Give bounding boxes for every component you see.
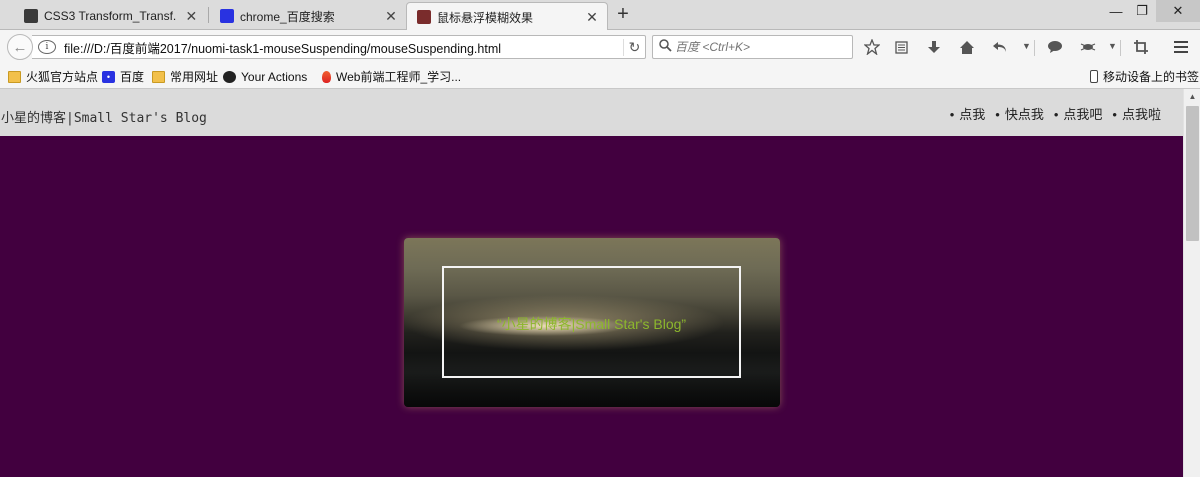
- vertical-scrollbar[interactable]: ▲: [1183, 89, 1200, 477]
- mobile-device-icon: [1090, 70, 1098, 83]
- close-window-button[interactable]: ✕: [1156, 0, 1200, 22]
- github-icon: [223, 70, 236, 83]
- reading-list-icon[interactable]: [891, 38, 911, 56]
- restore-button[interactable]: ❐: [1124, 0, 1160, 22]
- tab-strip: CSS3 Transform_Transf... ✕ chrome_百度搜索 ✕…: [0, 0, 1200, 31]
- nav-item-click-me-la[interactable]: 点我啦: [1112, 104, 1161, 123]
- download-icon[interactable]: [924, 38, 944, 56]
- folder-icon: [8, 70, 21, 83]
- menu-icon[interactable]: [1171, 38, 1191, 56]
- bookmark-label: Web前端工程师_学习...: [336, 70, 462, 84]
- chat-icon[interactable]: [1045, 38, 1065, 56]
- bookmark-label: 火狐官方站点: [26, 70, 99, 84]
- tab-mouse-hover-blur[interactable]: 鼠标悬浮模糊效果 ✕: [406, 2, 608, 31]
- page-favicon-icon: [417, 10, 431, 24]
- bookmark-baidu[interactable]: • 百度: [102, 68, 144, 85]
- scrollbar-thumb[interactable]: [1186, 106, 1199, 241]
- nav-item-click-me[interactable]: 点我: [950, 104, 985, 123]
- extension-icon[interactable]: [1078, 38, 1098, 56]
- bookmarks-toolbar: 火狐官方站点 • 百度 常用网址 Your Actions Web前端工程师_学…: [0, 64, 1200, 89]
- baidu-paw-favicon-icon: [220, 9, 234, 23]
- css-site-favicon-icon: [24, 9, 38, 23]
- blurred-image-card[interactable]: “小星的博客|Small Star's Blog”: [404, 238, 780, 407]
- scroll-up-arrow-icon[interactable]: ▲: [1184, 89, 1200, 105]
- navigation-toolbar: i file:///D:/百度前端2017/nuomi-task1-mouseS…: [0, 30, 1200, 64]
- bookmark-label: 移动设备上的书签: [1103, 70, 1200, 84]
- chevron-down-icon[interactable]: ▼: [1022, 41, 1031, 51]
- bookmark-label: 百度: [120, 70, 145, 84]
- site-info-icon[interactable]: i: [38, 40, 56, 54]
- bookmark-your-actions[interactable]: Your Actions: [223, 68, 307, 85]
- site-header: 小星的博客|Small Star's Blog 点我 快点我 点我吧 点我啦: [0, 89, 1183, 136]
- tab-separator: [208, 7, 209, 23]
- bookmark-firefox-official[interactable]: 火狐官方站点: [8, 68, 98, 85]
- close-tab-icon[interactable]: ✕: [384, 8, 398, 25]
- close-tab-icon[interactable]: ✕: [185, 8, 198, 25]
- card-hover-frame: “小星的博客|Small Star's Blog”: [442, 266, 741, 378]
- bookmark-common-sites[interactable]: 常用网址: [152, 68, 218, 85]
- star-icon[interactable]: [862, 38, 882, 56]
- baidu-icon: •: [102, 70, 115, 83]
- history-back-icon[interactable]: [990, 38, 1010, 56]
- nav-item-quick-click-me[interactable]: 快点我: [995, 104, 1044, 123]
- back-button[interactable]: ←: [7, 34, 33, 60]
- chevron-down-icon[interactable]: ▼: [1108, 41, 1117, 51]
- site-title[interactable]: 小星的博客|Small Star's Blog: [1, 107, 207, 126]
- home-icon[interactable]: [957, 38, 977, 56]
- search-bar[interactable]: [652, 35, 853, 59]
- tab-chrome-baidu-search[interactable]: chrome_百度搜索 ✕: [210, 2, 406, 30]
- bookmark-label: 常用网址: [170, 70, 219, 84]
- search-input[interactable]: [675, 40, 845, 54]
- folder-icon: [152, 70, 165, 83]
- crop-icon[interactable]: [1131, 38, 1151, 56]
- close-tab-icon[interactable]: ✕: [585, 9, 599, 26]
- tab-title: chrome_百度搜索: [240, 9, 335, 24]
- site-nav: 点我 快点我 点我吧 点我啦: [940, 104, 1161, 123]
- card-caption: “小星的博客|Small Star's Blog”: [496, 316, 687, 332]
- tab-title: 鼠标悬浮模糊效果: [437, 10, 534, 25]
- url-bar[interactable]: i file:///D:/百度前端2017/nuomi-task1-mouseS…: [32, 35, 646, 59]
- toolbar-separator: [1120, 40, 1121, 56]
- tab-css3-transform[interactable]: CSS3 Transform_Transf... ✕: [14, 2, 206, 30]
- search-icon: [655, 39, 675, 55]
- nav-item-click-me-please[interactable]: 点我吧: [1054, 104, 1102, 123]
- bookmark-label: Your Actions: [241, 69, 308, 84]
- toolbar-separator: [1034, 40, 1035, 56]
- page-viewport: 小星的博客|Small Star's Blog 点我 快点我 点我吧 点我啦 “…: [0, 89, 1183, 477]
- reload-icon[interactable]: ↻: [623, 38, 645, 56]
- flame-icon: [322, 70, 331, 83]
- new-tab-button[interactable]: +: [612, 4, 634, 26]
- tab-title: CSS3 Transform_Transf...: [44, 9, 177, 23]
- url-text[interactable]: file:///D:/百度前端2017/nuomi-task1-mouseSus…: [64, 38, 623, 57]
- mobile-bookmarks[interactable]: 移动设备上的书签: [1090, 68, 1199, 85]
- bookmark-web-frontend[interactable]: Web前端工程师_学习...: [322, 68, 461, 85]
